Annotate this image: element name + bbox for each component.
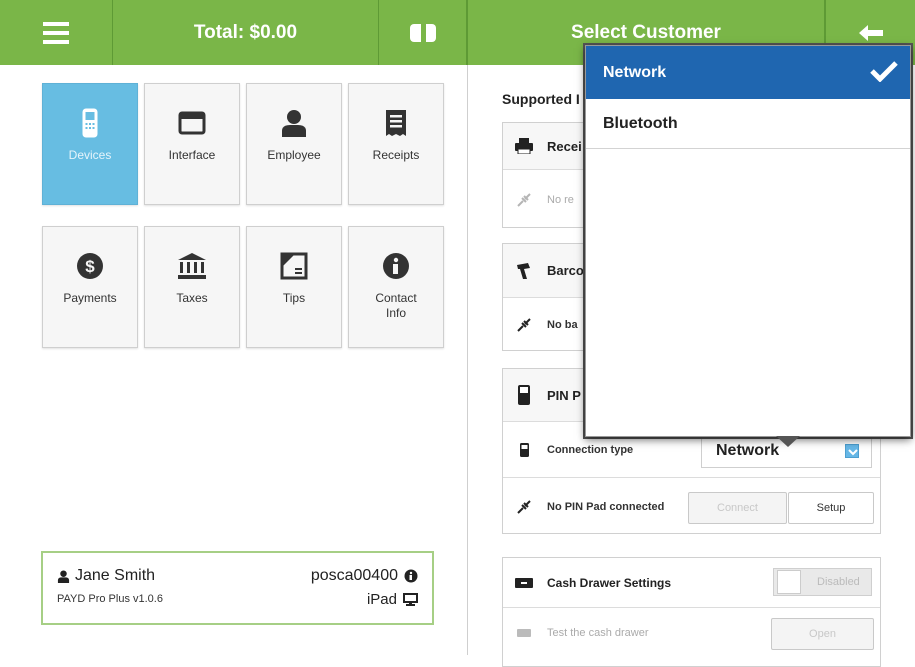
total-display[interactable]: Total: $0.00 <box>113 0 379 65</box>
menu-button[interactable] <box>0 0 113 65</box>
pin-pad-status: No PIN Pad connected <box>547 500 665 513</box>
pin-pad-small-icon <box>513 443 535 457</box>
device-text: iPad <box>366 591 397 608</box>
tile-label: Taxes <box>176 291 208 305</box>
cash-drawer-icon <box>513 629 535 637</box>
printer-icon <box>513 138 535 154</box>
person-icon <box>57 569 70 583</box>
cash-drawer-title: Cash Drawer Settings <box>547 575 672 590</box>
person-icon <box>280 106 308 140</box>
cash-icon <box>409 22 436 43</box>
test-drawer-row: Test the cash drawer Open <box>503 607 880 658</box>
cash-drawer-card: Cash Drawer Settings Disabled Test the c… <box>502 557 881 667</box>
toggle-label: Disabled <box>817 576 860 588</box>
dropdown-option-network[interactable]: Network <box>586 46 910 99</box>
tips-icon <box>280 249 308 283</box>
pin-pad-status-row: No PIN Pad connected Connect Setup <box>503 477 880 535</box>
connection-type-label: Connection type <box>547 444 634 456</box>
tile-label: Receipts <box>372 148 420 162</box>
cash-button[interactable] <box>379 0 467 65</box>
dropdown-pointer <box>776 436 800 447</box>
receipt-printer-status: No re <box>547 193 574 206</box>
window-icon <box>178 106 206 140</box>
scanner-icon <box>513 262 535 280</box>
tile-label: Contact Info <box>375 291 417 320</box>
tile-receipts[interactable]: Receipts <box>348 83 444 205</box>
test-drawer-label: Test the cash drawer <box>547 627 649 639</box>
toggle-knob <box>777 570 801 594</box>
option-label: Bluetooth <box>603 114 678 132</box>
panel-divider <box>467 65 468 655</box>
station-id: posca00400 <box>311 567 418 585</box>
pin-pad-title: PIN P <box>547 387 581 403</box>
checkmark-icon <box>870 61 898 82</box>
tile-employee[interactable]: Employee <box>246 83 342 205</box>
tile-payments[interactable]: $ Payments <box>42 226 138 348</box>
monitor-icon <box>403 593 418 606</box>
tile-interface[interactable]: Interface <box>144 83 240 205</box>
cash-drawer-icon <box>513 577 535 588</box>
station-id-text: posca00400 <box>310 567 398 584</box>
unplugged-icon <box>513 318 535 332</box>
device-info: iPad <box>367 591 418 608</box>
pin-pad-icon <box>513 385 535 405</box>
connect-button[interactable]: Connect <box>688 492 787 524</box>
user-name: Jane Smith <box>57 567 155 585</box>
cash-drawer-header: Cash Drawer Settings Disabled <box>503 558 880 607</box>
tile-label: Payments <box>63 291 117 305</box>
bank-icon <box>177 249 207 283</box>
user-card: Jane Smith PAYD Pro Plus v1.0.6 posca004… <box>41 551 434 625</box>
barcode-scanner-title: Barco <box>547 263 584 278</box>
app-version: PAYD Pro Plus v1.0.6 <box>57 593 163 605</box>
chevron-down-icon <box>845 444 859 458</box>
supported-devices-title: Supported I <box>502 91 580 107</box>
connection-type-dropdown: Network Bluetooth <box>585 45 911 437</box>
open-drawer-button[interactable]: Open <box>771 618 874 650</box>
dropdown-option-bluetooth[interactable]: Bluetooth <box>586 99 910 149</box>
tile-taxes[interactable]: Taxes <box>144 226 240 348</box>
user-name-text: Jane Smith <box>75 567 156 584</box>
option-label: Network <box>603 63 667 81</box>
info-icon[interactable] <box>404 569 418 583</box>
back-arrow-icon <box>858 24 883 41</box>
tile-label: Interface <box>168 148 216 162</box>
barcode-scanner-status: No ba <box>547 319 578 331</box>
tile-contact-info[interactable]: Contact Info <box>348 226 444 348</box>
tile-label: Devices <box>68 148 112 162</box>
tile-label: Employee <box>267 148 321 162</box>
svg-text:$: $ <box>85 257 95 276</box>
cash-drawer-toggle[interactable]: Disabled <box>773 568 872 596</box>
dollar-circle-icon: $ <box>76 249 104 283</box>
devices-icon <box>82 106 98 140</box>
info-icon <box>382 249 410 283</box>
hamburger-menu-icon <box>43 21 69 44</box>
unplugged-icon <box>513 192 535 207</box>
total-label: Total: $0.00 <box>193 21 298 43</box>
setup-button[interactable]: Setup <box>788 492 874 524</box>
tile-devices[interactable]: Devices <box>42 83 138 205</box>
receipt-printer-title: Recei <box>547 138 582 154</box>
tile-label: Tips <box>282 291 306 305</box>
unplugged-icon <box>513 499 535 514</box>
tile-tips[interactable]: Tips <box>246 226 342 348</box>
connection-type-value: Network <box>716 442 780 459</box>
select-customer-label: Select Customer <box>571 21 721 43</box>
receipt-icon <box>385 106 407 140</box>
